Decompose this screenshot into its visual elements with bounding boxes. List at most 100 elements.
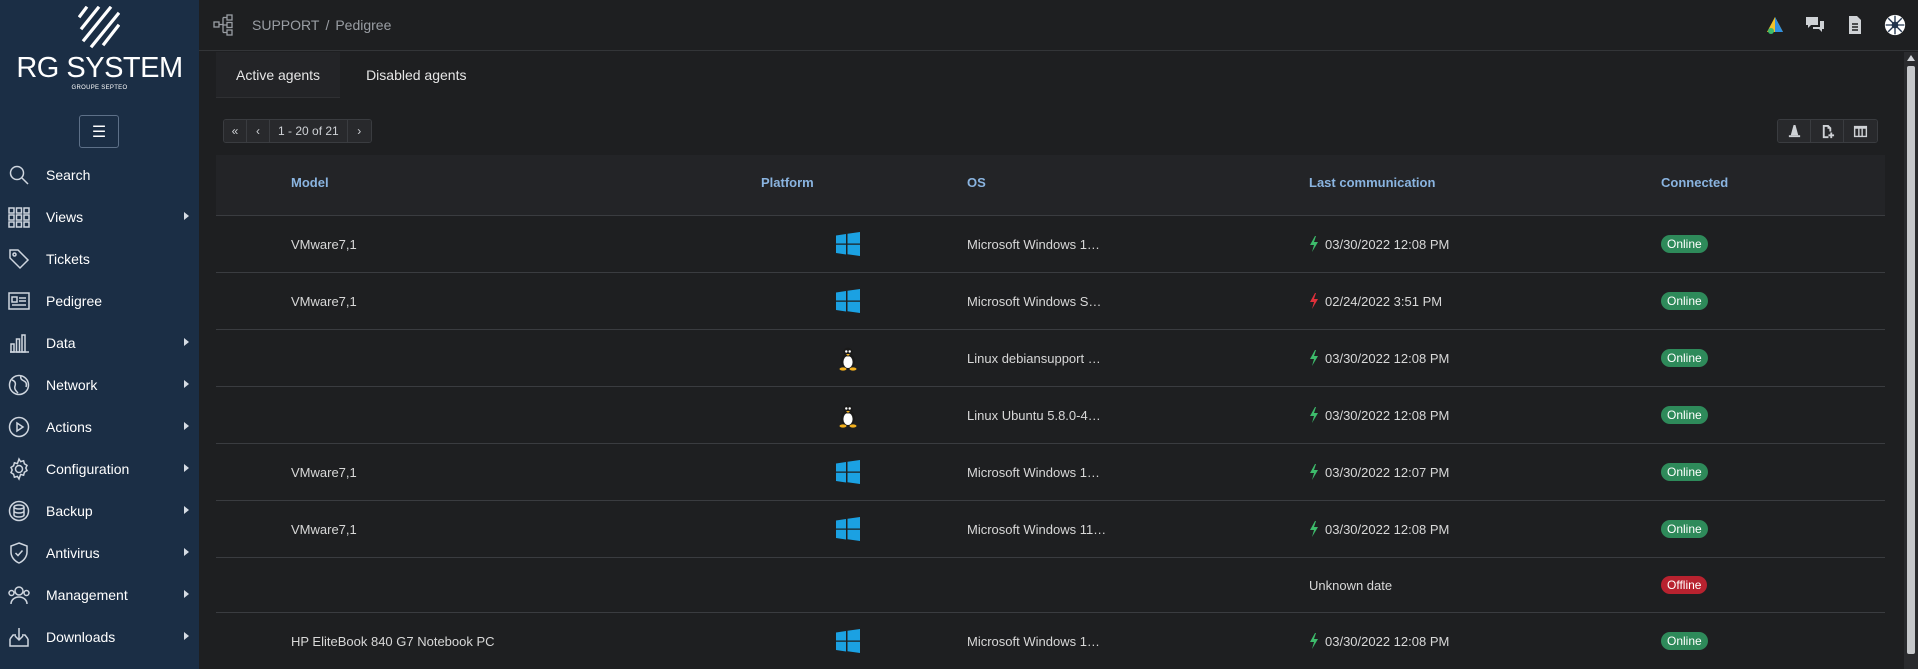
caret-right-icon bbox=[184, 422, 189, 430]
table-row[interactable]: VMware7,1 Microsoft Windows S… 02/24/2022 … bbox=[216, 273, 1885, 330]
column-header-os[interactable]: OS bbox=[967, 175, 986, 190]
sidebar-item-search[interactable]: Search bbox=[0, 154, 199, 196]
caret-right-icon bbox=[184, 590, 189, 598]
windows-icon bbox=[835, 501, 861, 557]
table-row[interactable]: Unknown date Offline bbox=[216, 558, 1885, 613]
cell-os: Microsoft Windows 1… bbox=[967, 464, 1100, 480]
sidebar-item-configuration[interactable]: Configuration bbox=[0, 448, 199, 490]
linux-icon bbox=[835, 387, 861, 443]
first-page-button[interactable]: « bbox=[224, 120, 247, 142]
cell-connected: Online bbox=[1661, 444, 1708, 500]
columns-button[interactable] bbox=[1844, 120, 1877, 142]
chat-icon[interactable] bbox=[1802, 12, 1828, 38]
tab-label: Active agents bbox=[236, 66, 321, 83]
bar-chart-icon bbox=[7, 331, 31, 355]
sidebar-item-tickets[interactable]: Tickets bbox=[0, 238, 199, 280]
last-communication-text: 03/30/2022 12:07 PM bbox=[1325, 464, 1450, 480]
hamburger-icon: ☰ bbox=[91, 123, 107, 141]
cell-last-communication: 03/30/2022 12:08 PM bbox=[1309, 501, 1449, 557]
sidebar-item-label: Pedigree bbox=[46, 293, 103, 309]
columns-icon bbox=[1853, 125, 1868, 137]
table-row[interactable]: HP EliteBook 840 G7 Notebook PC Microsoft… bbox=[216, 613, 1885, 669]
last-communication-text: 03/30/2022 12:08 PM bbox=[1325, 350, 1450, 366]
scroll-thumb[interactable] bbox=[1907, 66, 1915, 654]
linux-icon bbox=[835, 330, 861, 386]
sidebar-item-label: Data bbox=[46, 335, 76, 351]
tab-label: Disabled agents bbox=[366, 67, 467, 83]
last-communication-text: Unknown date bbox=[1309, 577, 1393, 593]
logo-mark-icon bbox=[78, 6, 120, 49]
table-header: Model Platform OS Last communication Con… bbox=[216, 155, 1885, 216]
sidebar-item-downloads[interactable]: Downloads bbox=[0, 616, 199, 658]
status-badge: Online bbox=[1661, 632, 1708, 650]
table-row[interactable]: Linux debiansupport … 03/30/2022 12:08 PM… bbox=[216, 330, 1885, 387]
table-row[interactable]: VMware7,1 Microsoft Windows 1… 03/30/2022 … bbox=[216, 444, 1885, 501]
last-communication-text: 03/30/2022 12:08 PM bbox=[1325, 236, 1450, 252]
prev-page-button[interactable]: ‹ bbox=[247, 120, 270, 142]
cone-filter-button[interactable] bbox=[1778, 120, 1811, 142]
table-row[interactable]: Linux Ubuntu 5.8.0-4… 03/30/2022 12:08 PM… bbox=[216, 387, 1885, 444]
sidebar-item-backup[interactable]: Backup bbox=[0, 490, 199, 532]
sidebar-item-antivirus[interactable]: Antivirus bbox=[0, 532, 199, 574]
last-communication-text: 02/24/2022 3:51 PM bbox=[1325, 293, 1443, 309]
bolt-green-icon bbox=[1310, 407, 1318, 423]
cell-connected: Online bbox=[1661, 613, 1708, 669]
tag-icon bbox=[7, 247, 31, 271]
sidebar-item-management[interactable]: Management bbox=[0, 574, 199, 616]
table-body: VMware7,1 Microsoft Windows 1… 03/30/2022 … bbox=[216, 216, 1885, 669]
globe-icon bbox=[7, 373, 31, 397]
column-header-connected[interactable]: Connected bbox=[1661, 175, 1728, 190]
sidebar-item-pedigree[interactable]: Pedigree bbox=[0, 280, 199, 322]
cell-last-communication: 02/24/2022 3:51 PM bbox=[1309, 273, 1442, 329]
table-row[interactable]: VMware7,1 Microsoft Windows 11… 03/30/2022… bbox=[216, 501, 1885, 558]
status-badge: Online bbox=[1661, 292, 1708, 310]
document-icon[interactable] bbox=[1842, 12, 1868, 38]
sitemap-icon bbox=[213, 14, 235, 36]
column-header-model[interactable]: Model bbox=[291, 175, 329, 190]
breadcrumb-current: Pedigree bbox=[335, 17, 392, 33]
column-header-last-communication[interactable]: Last communication bbox=[1309, 175, 1435, 190]
sidebar-item-label: Network bbox=[46, 377, 98, 393]
sidebar: RG SYSTEM GROUPE SEPTEO ☰ Search Views Tic… bbox=[0, 0, 199, 669]
cell-connected: Offline bbox=[1661, 558, 1708, 612]
column-header-platform[interactable]: Platform bbox=[761, 175, 814, 190]
breadcrumb-root[interactable]: SUPPORT bbox=[252, 17, 319, 33]
sidebar-item-data[interactable]: Data bbox=[0, 322, 199, 364]
play-icon bbox=[7, 415, 31, 439]
agent-tabs: Active agents Disabled agents bbox=[216, 52, 486, 98]
file-plus-icon bbox=[1822, 124, 1834, 138]
status-triangle-icon[interactable] bbox=[1762, 12, 1788, 38]
user-avatar[interactable] bbox=[1882, 12, 1908, 38]
sidebar-item-actions[interactable]: Actions bbox=[0, 406, 199, 448]
cell-connected: Online bbox=[1661, 216, 1708, 272]
tab-active-agents[interactable]: Active agents bbox=[216, 52, 341, 98]
page-scrollbar[interactable] bbox=[1904, 52, 1918, 669]
cell-connected: Online bbox=[1661, 387, 1708, 443]
status-badge: Online bbox=[1661, 463, 1708, 481]
sidebar-item-views[interactable]: Views bbox=[0, 196, 199, 238]
caret-right-icon bbox=[184, 212, 189, 220]
table-tools bbox=[1777, 119, 1878, 143]
brand-logo[interactable]: RG SYSTEM GROUPE SEPTEO bbox=[0, 0, 199, 100]
cell-os: Linux debiansupport … bbox=[967, 350, 1101, 366]
status-badge: Online bbox=[1661, 235, 1708, 253]
bolt-green-icon bbox=[1310, 464, 1318, 480]
add-export-button[interactable] bbox=[1811, 120, 1844, 142]
caret-right-icon bbox=[184, 464, 189, 472]
table-row[interactable]: VMware7,1 Microsoft Windows 1… 03/30/2022 … bbox=[216, 216, 1885, 273]
windows-icon bbox=[835, 273, 861, 329]
next-page-button[interactable]: › bbox=[347, 120, 371, 142]
sidebar-item-network[interactable]: Network bbox=[0, 364, 199, 406]
breadcrumb-separator: / bbox=[325, 17, 330, 33]
cell-model: VMware7,1 bbox=[291, 521, 357, 537]
menu-toggle-button[interactable]: ☰ bbox=[79, 115, 119, 148]
sidebar-item-label: Search bbox=[46, 167, 91, 183]
bolt-red-icon bbox=[1310, 293, 1318, 309]
scroll-up-arrow-icon[interactable] bbox=[1907, 55, 1915, 61]
cell-last-communication: 03/30/2022 12:08 PM bbox=[1309, 330, 1449, 386]
sidebar-item-label: Actions bbox=[46, 419, 92, 435]
tab-disabled-agents[interactable]: Disabled agents bbox=[340, 52, 486, 98]
sidebar-item-label: Downloads bbox=[46, 629, 116, 645]
brand-name: RG SYSTEM bbox=[16, 52, 183, 84]
last-communication-text: 03/30/2022 12:08 PM bbox=[1325, 521, 1450, 537]
